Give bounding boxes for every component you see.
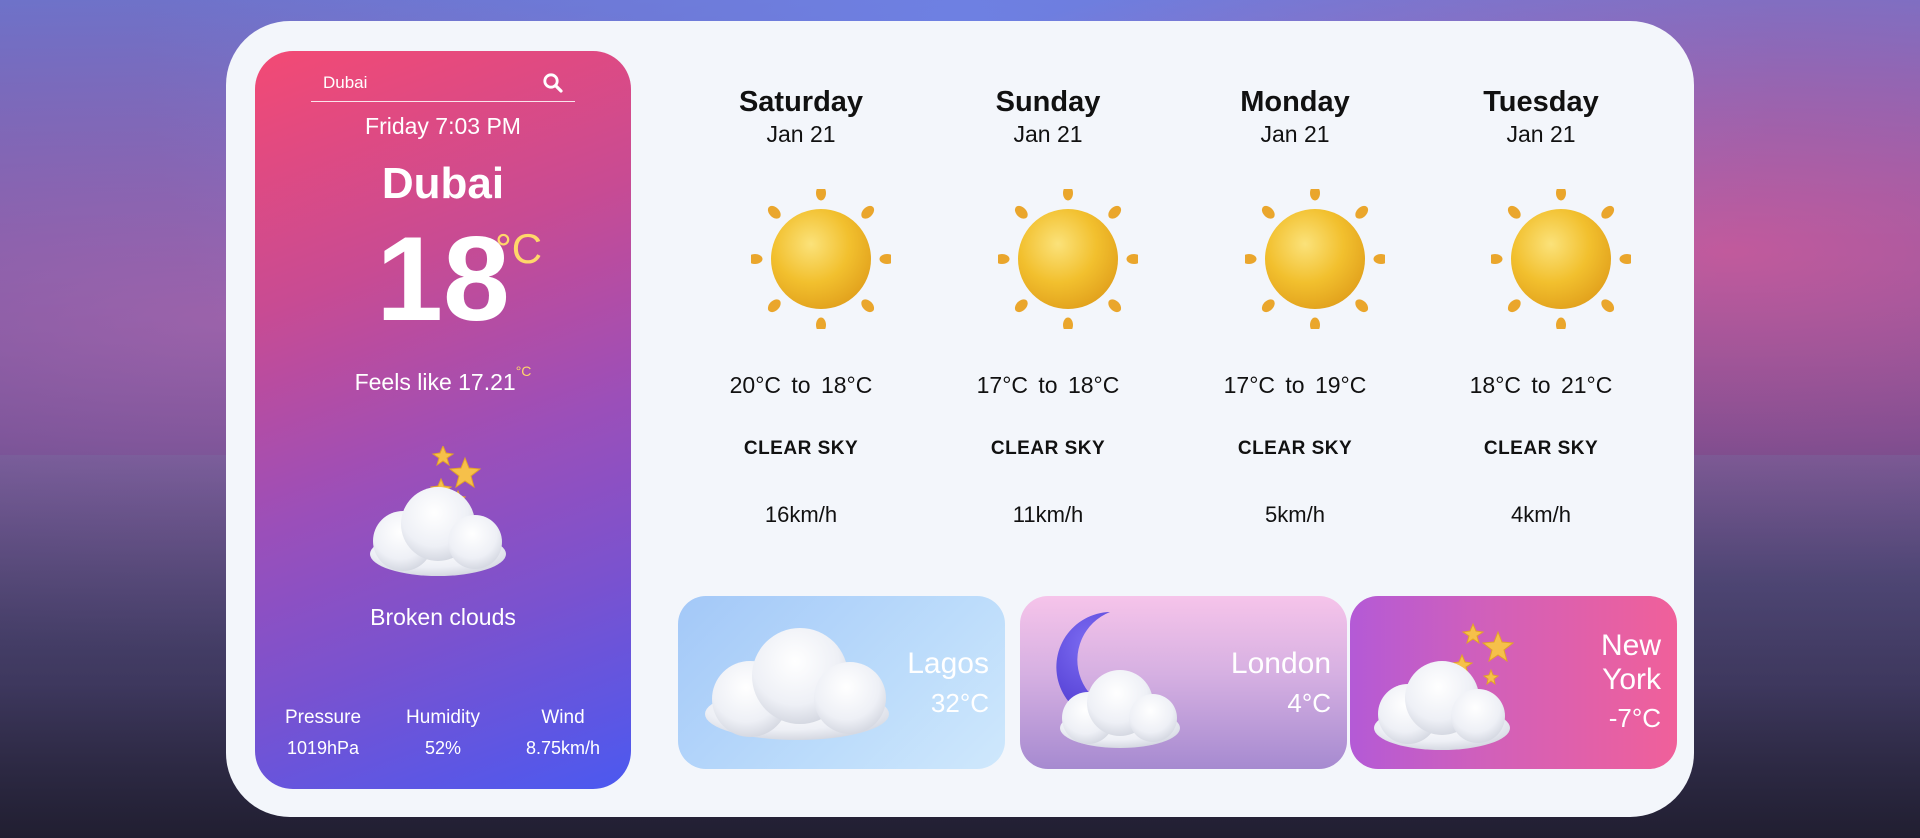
stat-label: Pressure — [284, 707, 362, 728]
cloud-icon — [700, 614, 895, 744]
forecast-wind: 5km/h — [1265, 502, 1325, 527]
city-temp: 4°C — [1287, 688, 1331, 718]
search-icon[interactable] — [541, 71, 565, 95]
feels-like-text: Feels like 17.21 — [354, 369, 516, 395]
forecast-day-name: Tuesday — [1483, 86, 1599, 118]
weather-panel: Friday 7:03 PM Dubai 18 °C Feels like 17… — [226, 21, 1694, 817]
forecast-wind: 11km/h — [1012, 502, 1084, 527]
sun-icon — [747, 185, 895, 333]
forecast-temp-range: 20°C to 18°C — [729, 372, 873, 398]
forecast-date: Jan 21 — [766, 121, 836, 147]
feels-like: Feels like 17.21°C — [255, 363, 631, 396]
forecast-day: Tuesday Jan 21 18°C to 21°C CLEAR SKY 4k… — [1441, 86, 1641, 527]
city-name: Lagos — [907, 647, 989, 680]
city-name: London — [1230, 647, 1331, 680]
current-weather-card: Friday 7:03 PM Dubai 18 °C Feels like 17… — [255, 51, 631, 789]
city-card-new-york[interactable]: New York -7°C — [1350, 596, 1677, 769]
cloud-stars-icon — [1370, 610, 1520, 755]
city-name-line: New — [1600, 629, 1661, 662]
forecast-day-name: Monday — [1240, 86, 1350, 118]
forecast-temp-range: 18°C to 21°C — [1469, 372, 1613, 398]
current-datetime: Friday 7:03 PM — [365, 113, 521, 139]
stat-label: Humidity — [406, 707, 480, 728]
forecast-day-name: Saturday — [738, 86, 864, 118]
stat-label: Wind — [541, 707, 585, 728]
current-temperature-block: 18 °C — [255, 219, 631, 339]
forecast-day: Monday Jan 21 17°C to 19°C CLEAR SKY 5km… — [1195, 86, 1395, 527]
forecast-date: Jan 21 — [1013, 121, 1083, 147]
city-card-london[interactable]: London 4°C — [1020, 596, 1347, 769]
moon-cloud-icon — [1038, 608, 1188, 758]
forecast-temp-range: 17°C to 18°C — [976, 372, 1120, 398]
search-bar — [311, 63, 575, 102]
forecast-condition: CLEAR SKY — [1237, 438, 1353, 459]
city-name: New York — [1601, 629, 1661, 697]
current-city: Dubai — [381, 159, 505, 208]
stat-value: 52% — [424, 738, 462, 758]
sun-icon — [994, 185, 1142, 333]
forecast-day-name: Sunday — [995, 86, 1101, 118]
current-description: Broken clouds — [370, 604, 516, 630]
forecast-wind: 4km/h — [1511, 502, 1571, 527]
stat-wind: Wind 8.75km/h — [508, 707, 618, 759]
forecast-day: Saturday Jan 21 20°C to 18°C CLEAR SKY 1… — [701, 86, 901, 527]
forecast-temp-range: 17°C to 19°C — [1223, 372, 1367, 398]
feels-like-unit: °C — [515, 363, 532, 379]
city-name-line: York — [1602, 663, 1661, 696]
sun-icon — [1241, 185, 1389, 333]
current-temperature: 18 — [376, 212, 510, 346]
search-input[interactable] — [323, 73, 523, 93]
forecast-wind: 16km/h — [764, 502, 838, 527]
city-card-lagos[interactable]: Lagos 32°C — [678, 596, 1005, 769]
city-temp: 32°C — [930, 688, 989, 718]
stat-value: 1019hPa — [286, 738, 360, 758]
sun-icon — [1487, 185, 1635, 333]
forecast-condition: CLEAR SKY — [743, 438, 859, 459]
stat-humidity: Humidity 52% — [388, 707, 498, 759]
city-temp: -7°C — [1608, 703, 1661, 733]
stat-value: 8.75km/h — [525, 738, 601, 758]
cloud-night-stars-icon — [363, 444, 513, 581]
forecast-condition: CLEAR SKY — [990, 438, 1106, 459]
forecast-day: Sunday Jan 21 17°C to 18°C CLEAR SKY 11k… — [948, 86, 1148, 527]
stat-pressure: Pressure 1019hPa — [268, 707, 378, 759]
temperature-unit: °C — [495, 225, 543, 272]
forecast-date: Jan 21 — [1506, 121, 1576, 147]
forecast-date: Jan 21 — [1260, 121, 1330, 147]
forecast-condition: CLEAR SKY — [1483, 438, 1599, 459]
current-stats: Pressure 1019hPa Humidity 52% Wind 8.75k… — [255, 707, 631, 759]
